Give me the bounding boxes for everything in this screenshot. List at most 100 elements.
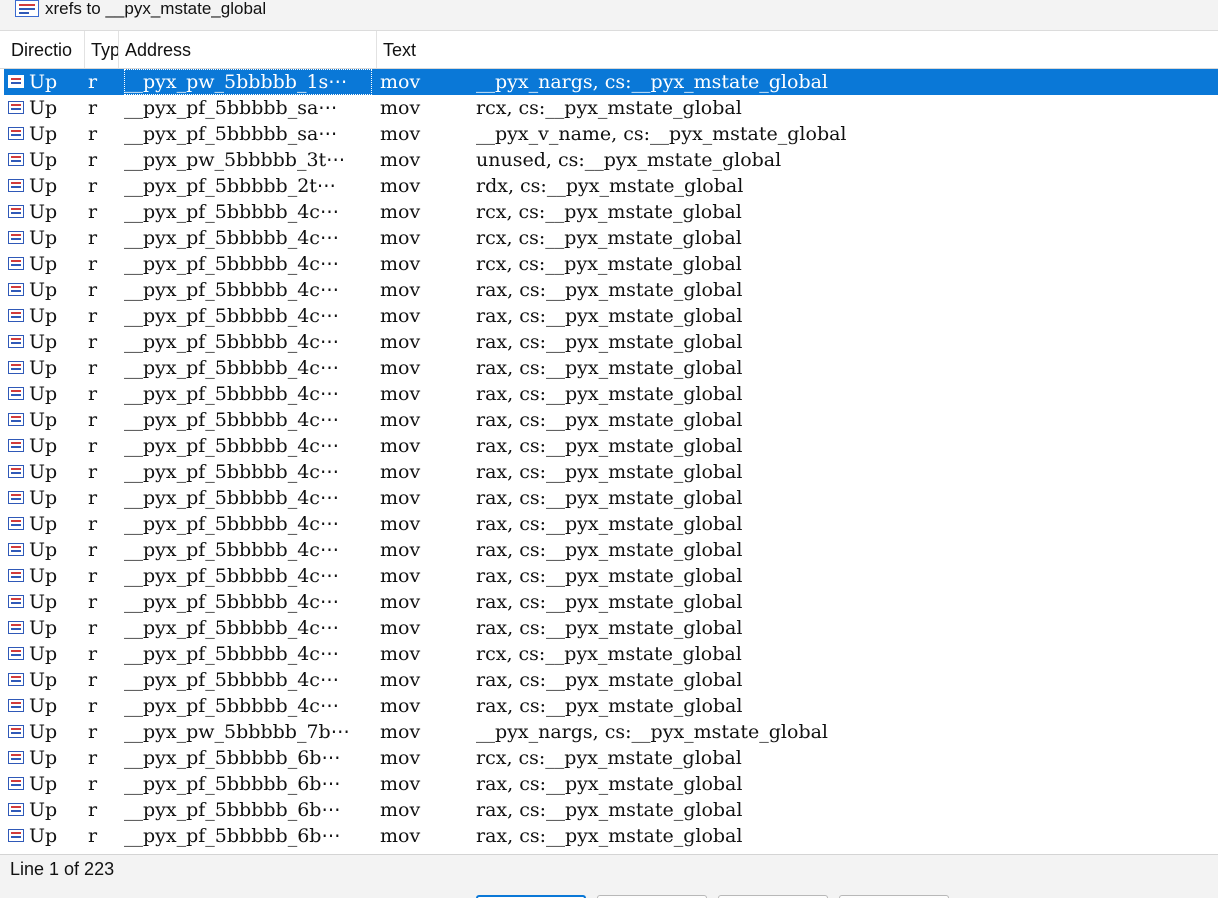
xref-address: __pyx_pf_5bbbbb_4c⋯ [124, 279, 339, 301]
xref-address: __pyx_pf_5bbbbb_4c⋯ [124, 591, 339, 613]
xref-address: __pyx_pf_5bbbbb_4c⋯ [124, 227, 339, 249]
xref-row[interactable]: Up r __pyx_pf_5bbbbb_4c⋯ mov rax, cs:__pyx_m… [4, 433, 1218, 459]
xref-address: __pyx_pf_5bbbbb_4c⋯ [124, 253, 339, 275]
xref-direction: Up [29, 305, 58, 327]
xref-entry-icon [8, 595, 24, 608]
xref-type: r [88, 435, 98, 457]
column-header-address[interactable]: Address [119, 31, 377, 68]
xref-address: __pyx_pf_5bbbbb_sa⋯ [124, 123, 338, 145]
xref-row[interactable]: Up r __pyx_pw_5bbbbb_1s⋯ mov __pyx_nargs, cs… [4, 69, 1218, 95]
xref-row[interactable]: Up r __pyx_pf_5bbbbb_4c⋯ mov rax, cs:__pyx_m… [4, 277, 1218, 303]
xref-instruction: mov [380, 617, 421, 639]
xref-operands: rcx, cs:__pyx_mstate_global [476, 227, 742, 249]
xref-type: r [88, 123, 98, 145]
xref-operands: rcx, cs:__pyx_mstate_global [476, 747, 742, 769]
xref-row[interactable]: Up r __pyx_pf_5bbbbb_4c⋯ mov rax, cs:__pyx_m… [4, 407, 1218, 433]
xref-row[interactable]: Up r __pyx_pf_5bbbbb_4c⋯ mov rax, cs:__pyx_m… [4, 511, 1218, 537]
xref-row[interactable]: Up r __pyx_pf_5bbbbb_4c⋯ mov rax, cs:__pyx_m… [4, 329, 1218, 355]
xref-operands: rax, cs:__pyx_mstate_global [476, 461, 743, 483]
xref-direction: Up [29, 253, 58, 275]
xref-entry-icon [8, 361, 24, 374]
xref-type: r [88, 461, 98, 483]
xref-row[interactable]: Up r __pyx_pf_5bbbbb_4c⋯ mov rax, cs:__pyx_m… [4, 303, 1218, 329]
xref-row[interactable]: Up r __pyx_pf_5bbbbb_4c⋯ mov rax, cs:__pyx_m… [4, 563, 1218, 589]
xref-operands: rcx, cs:__pyx_mstate_global [476, 643, 742, 665]
xref-row[interactable]: Up r __pyx_pf_5bbbbb_4c⋯ mov rax, cs:__pyx_m… [4, 537, 1218, 563]
xref-operands: rax, cs:__pyx_mstate_global [476, 617, 743, 639]
xref-address: __pyx_pf_5bbbbb_4c⋯ [124, 487, 339, 509]
xref-direction: Up [29, 487, 58, 509]
xref-list[interactable]: Up r __pyx_pw_5bbbbb_1s⋯ mov __pyx_nargs, cs… [0, 69, 1218, 854]
xref-operands: __pyx_v_name, cs:__pyx_mstate_global [476, 123, 847, 145]
xref-row[interactable]: Up r __pyx_pf_5bbbbb_2t⋯ mov rdx, cs:__pyx_m… [4, 173, 1218, 199]
xref-row[interactable]: Up r __pyx_pf_5bbbbb_4c⋯ mov rax, cs:__pyx_m… [4, 589, 1218, 615]
column-header-direction[interactable]: Directio [5, 31, 85, 68]
xref-address: __pyx_pf_5bbbbb_4c⋯ [124, 201, 339, 223]
xref-instruction: mov [380, 695, 421, 717]
xref-row[interactable]: Up r __pyx_pf_5bbbbb_4c⋯ mov rax, cs:__pyx_m… [4, 459, 1218, 485]
xref-instruction: mov [380, 825, 421, 847]
xref-address: __pyx_pf_5bbbbb_4c⋯ [124, 461, 339, 483]
xref-entry-icon [8, 647, 24, 660]
xref-direction: Up [29, 409, 58, 431]
xref-row[interactable]: Up r __pyx_pw_5bbbbb_3t⋯ mov unused, cs:__py… [4, 147, 1218, 173]
xref-address: __pyx_pw_5bbbbb_7b⋯ [124, 721, 350, 743]
xref-operands: rax, cs:__pyx_mstate_global [476, 695, 743, 717]
xref-operands: rax, cs:__pyx_mstate_global [476, 591, 743, 613]
xref-row[interactable]: Up r __pyx_pf_5bbbbb_4c⋯ mov rax, cs:__pyx_m… [4, 381, 1218, 407]
xref-instruction: mov [380, 253, 421, 275]
xref-instruction: mov [380, 591, 421, 613]
xref-row[interactable]: Up r __pyx_pf_5bbbbb_4c⋯ mov rax, cs:__pyx_m… [4, 693, 1218, 719]
xref-type: r [88, 253, 98, 275]
xref-entry-icon [8, 387, 24, 400]
xref-instruction: mov [380, 383, 421, 405]
xref-operands: rcx, cs:__pyx_mstate_global [476, 253, 742, 275]
xref-operands: rdx, cs:__pyx_mstate_global [476, 175, 744, 197]
xref-entry-icon [8, 465, 24, 478]
xref-row[interactable]: Up r __pyx_pf_5bbbbb_4c⋯ mov rcx, cs:__pyx_m… [4, 641, 1218, 667]
xref-instruction: mov [380, 799, 421, 821]
xref-type: r [88, 591, 98, 613]
xref-entry-icon [8, 205, 24, 218]
xref-entry-icon [8, 75, 24, 88]
xref-entry-icon [8, 543, 24, 556]
xref-entry-icon [8, 725, 24, 738]
xref-row[interactable]: Up r __pyx_pf_5bbbbb_6b⋯ mov rax, cs:__pyx_m… [4, 771, 1218, 797]
xref-instruction: mov [380, 565, 421, 587]
xref-address: __pyx_pf_5bbbbb_4c⋯ [124, 357, 339, 379]
xref-operands: rax, cs:__pyx_mstate_global [476, 383, 743, 405]
xref-type: r [88, 227, 98, 249]
xref-direction: Up [29, 617, 58, 639]
xref-type: r [88, 617, 98, 639]
xref-row[interactable]: Up r __pyx_pf_5bbbbb_sa⋯ mov rcx, cs:__pyx_m… [4, 95, 1218, 121]
xref-row[interactable]: Up r __pyx_pf_5bbbbb_6b⋯ mov rax, cs:__pyx_m… [4, 797, 1218, 823]
xref-entry-icon [8, 179, 24, 192]
xref-row[interactable]: Up r __pyx_pf_5bbbbb_4c⋯ mov rcx, cs:__pyx_m… [4, 225, 1218, 251]
xref-address: __pyx_pf_5bbbbb_4c⋯ [124, 305, 339, 327]
xref-row[interactable]: Up r __pyx_pf_5bbbbb_4c⋯ mov rax, cs:__pyx_m… [4, 485, 1218, 511]
xref-instruction: mov [380, 279, 421, 301]
column-header-text[interactable]: Text [377, 31, 1218, 68]
xref-instruction: mov [380, 97, 421, 119]
xref-row[interactable]: Up r __pyx_pf_5bbbbb_4c⋯ mov rcx, cs:__pyx_m… [4, 199, 1218, 225]
xref-row[interactable]: Up r __pyx_pf_5bbbbb_sa⋯ mov __pyx_v_name, c… [4, 121, 1218, 147]
xref-row[interactable]: Up r __pyx_pw_5bbbbb_7b⋯ mov __pyx_nargs, cs… [4, 719, 1218, 745]
xref-direction: Up [29, 721, 58, 743]
xref-operands: rax, cs:__pyx_mstate_global [476, 435, 743, 457]
xref-direction: Up [29, 149, 58, 171]
xref-entry-icon [8, 101, 24, 114]
xref-row[interactable]: Up r __pyx_pf_5bbbbb_4c⋯ mov rcx, cs:__pyx_m… [4, 251, 1218, 277]
xref-list-icon [15, 0, 39, 17]
xref-address: __pyx_pf_5bbbbb_4c⋯ [124, 409, 339, 431]
xref-row[interactable]: Up r __pyx_pf_5bbbbb_4c⋯ mov rax, cs:__pyx_m… [4, 615, 1218, 641]
xref-address: __pyx_pf_5bbbbb_4c⋯ [124, 435, 339, 457]
xref-instruction: mov [380, 149, 421, 171]
xref-row[interactable]: Up r __pyx_pf_5bbbbb_4c⋯ mov rax, cs:__pyx_m… [4, 667, 1218, 693]
xref-operands: rax, cs:__pyx_mstate_global [476, 825, 743, 847]
xref-instruction: mov [380, 669, 421, 691]
column-header-type[interactable]: Typ [85, 31, 119, 68]
xref-entry-icon [8, 231, 24, 244]
xref-row[interactable]: Up r __pyx_pf_5bbbbb_4c⋯ mov rax, cs:__pyx_m… [4, 355, 1218, 381]
xref-row[interactable]: Up r __pyx_pf_5bbbbb_6b⋯ mov rax, cs:__pyx_m… [4, 823, 1218, 849]
xref-row[interactable]: Up r __pyx_pf_5bbbbb_6b⋯ mov rcx, cs:__pyx_m… [4, 745, 1218, 771]
